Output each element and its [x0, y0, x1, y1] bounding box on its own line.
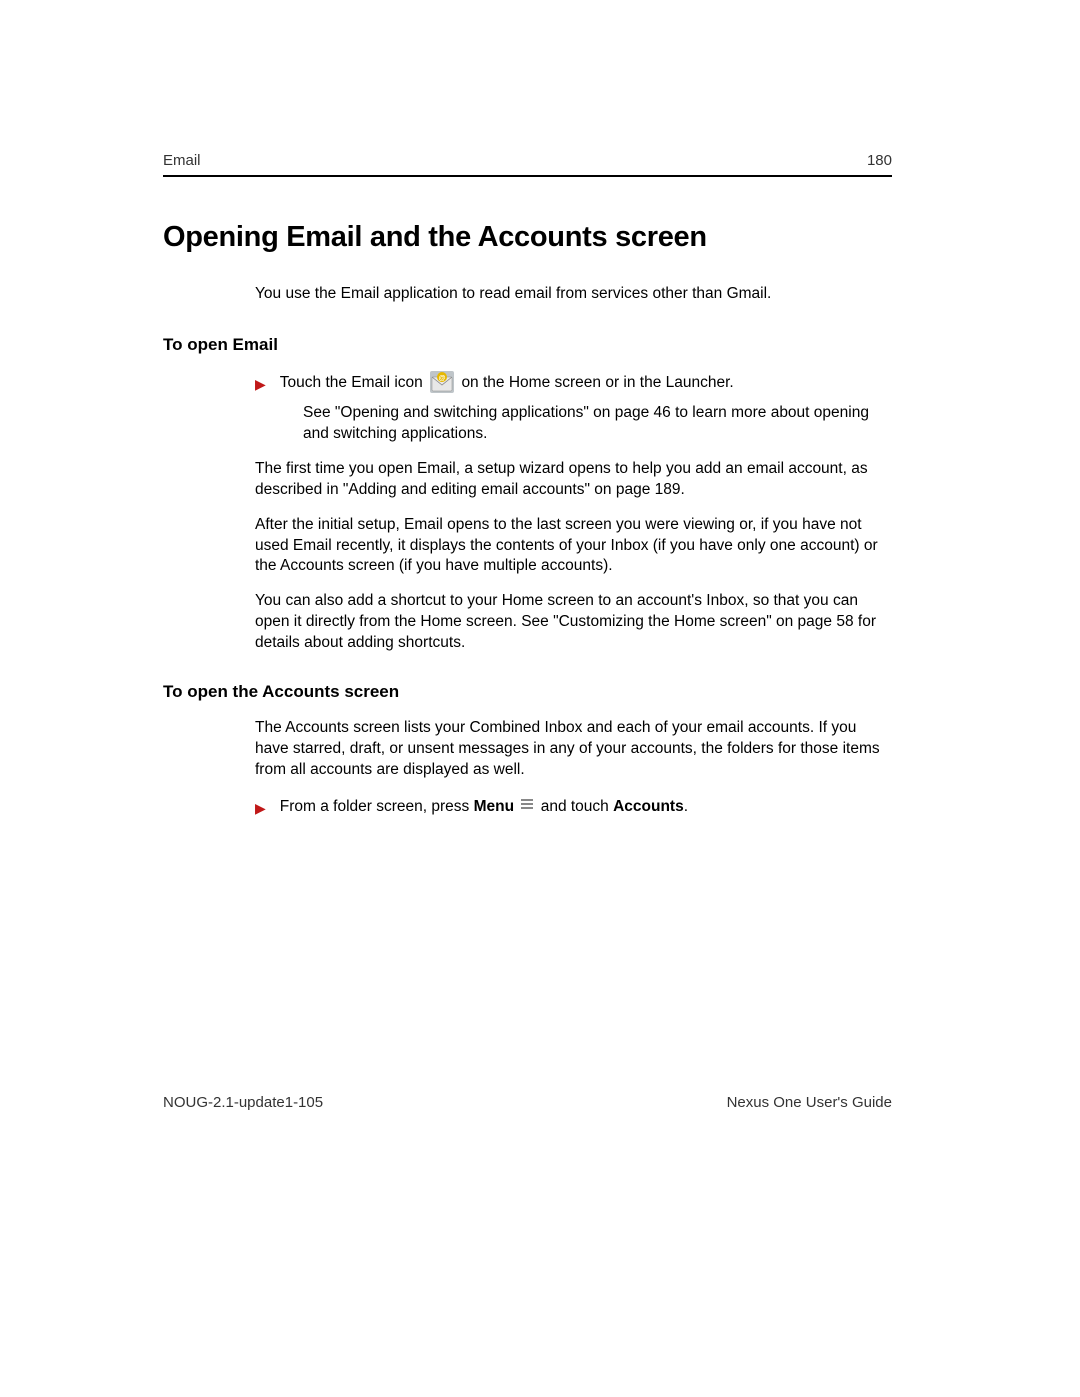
page-footer: NOUG-2.1-update1-105 Nexus One User's Gu…	[163, 1094, 892, 1111]
running-header: Email 180	[163, 152, 892, 177]
email-app-icon: @	[430, 371, 454, 393]
header-section: Email	[163, 152, 201, 169]
triangle-bullet-icon: ▶	[255, 798, 266, 819]
page-title: Opening Email and the Accounts screen	[163, 221, 892, 254]
header-page-number: 180	[867, 152, 892, 169]
bullet-text-a: Touch the Email icon	[280, 374, 423, 391]
menu-icon	[520, 794, 534, 817]
bullet-text: From a folder screen, press Menu and tou…	[280, 795, 892, 819]
section-heading-accounts-screen: To open the Accounts screen	[163, 682, 892, 702]
bullet-item: ▶ From a folder screen, press Menu and t…	[255, 795, 892, 819]
triangle-bullet-icon: ▶	[255, 374, 266, 395]
bullet-part: From a folder screen, press	[280, 798, 474, 815]
bullet-part: .	[684, 798, 688, 815]
footer-doc-title: Nexus One User's Guide	[727, 1094, 892, 1111]
bullet-part: and touch	[536, 798, 613, 815]
bullet-text: Touch the Email icon @ on the Home scree…	[280, 371, 892, 394]
svg-text:@: @	[439, 375, 446, 382]
intro-paragraph: You use the Email application to read em…	[255, 284, 892, 305]
bullet-part-bold: Menu	[474, 798, 514, 815]
bullet-part-bold: Accounts	[613, 798, 684, 815]
section-heading-open-email: To open Email	[163, 335, 892, 355]
footer-doc-id: NOUG-2.1-update1-105	[163, 1094, 323, 1111]
body-paragraph: The Accounts screen lists your Combined …	[255, 718, 892, 781]
bullet-item: ▶ Touch the Email icon @ on the Home scr…	[255, 371, 892, 395]
body-paragraph: After the initial setup, Email opens to …	[255, 515, 892, 578]
body-paragraph: You can also add a shortcut to your Home…	[255, 591, 892, 654]
body-paragraph: The first time you open Email, a setup w…	[255, 459, 892, 501]
bullet-text-b: on the Home screen or in the Launcher.	[461, 374, 733, 391]
bullet-followup: See "Opening and switching applications"…	[303, 403, 892, 445]
